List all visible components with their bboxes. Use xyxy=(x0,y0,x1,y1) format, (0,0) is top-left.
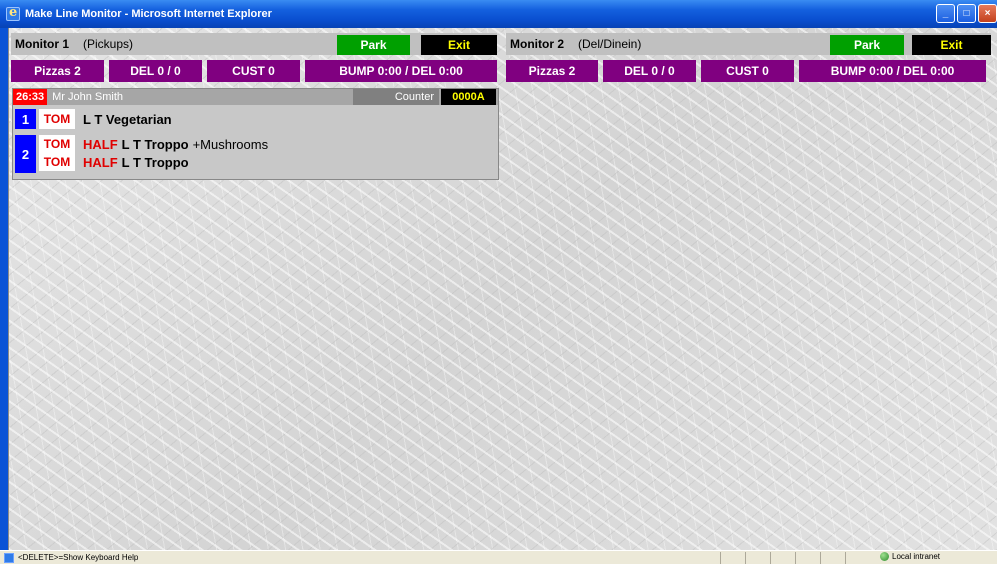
item-line: TOM L T Vegetarian xyxy=(39,109,172,129)
topping-tag: TOM xyxy=(39,153,75,171)
monitor-1-pizzas-count: Pizzas 2 xyxy=(11,60,104,82)
item-line: TOM HALF L T Troppo +Mushrooms xyxy=(39,135,268,153)
pizza-name: L T Troppo xyxy=(121,154,189,170)
monitor-2-bump-time: BUMP 0:00 / DEL 0:00 xyxy=(799,60,986,82)
page-icon xyxy=(4,552,14,563)
title-bar[interactable]: Make Line Monitor - Microsoft Internet E… xyxy=(0,0,997,28)
zone-label: Local intranet xyxy=(892,552,941,561)
monitor-2-stats: Pizzas 2 DEL 0 / 0 CUST 0 BUMP 0:00 / DE… xyxy=(506,60,986,82)
monitor-2-park-button[interactable]: Park xyxy=(830,35,904,55)
status-divider xyxy=(720,552,721,564)
status-divider xyxy=(745,552,746,564)
monitor-1-bump-time: BUMP 0:00 / DEL 0:00 xyxy=(305,60,497,82)
customer-name: Mr John Smith xyxy=(52,91,124,103)
item-description: L T Vegetarian xyxy=(83,111,172,127)
monitor-1-cust-count: CUST 0 xyxy=(207,60,300,82)
monitor-1-stats: Pizzas 2 DEL 0 / 0 CUST 0 BUMP 0:00 / DE… xyxy=(11,60,502,82)
order-source: Counter xyxy=(353,89,439,105)
item-number: 1 xyxy=(15,109,36,129)
monitor-2-name: Monitor 2 xyxy=(510,37,564,51)
monitor-1-name: Monitor 1 xyxy=(15,37,69,51)
monitor-2-exit-button[interactable]: Exit xyxy=(912,35,991,55)
minimize-button[interactable]: _ xyxy=(936,4,955,23)
item-extra: +Mushrooms xyxy=(192,136,269,152)
item-description: HALF L T Troppo +Mushrooms xyxy=(83,137,268,152)
globe-icon xyxy=(880,552,889,561)
browser-window: Make Line Monitor - Microsoft Internet E… xyxy=(0,0,997,564)
status-divider xyxy=(845,552,846,564)
monitor-2-type: (Del/Dinein) xyxy=(578,37,642,51)
security-zone: Local intranet xyxy=(880,552,940,561)
item-description: HALF L T Troppo xyxy=(83,155,189,170)
monitor-1-exit-button[interactable]: Exit xyxy=(421,35,497,55)
order-code: 0000A xyxy=(441,89,496,105)
order-timer: 26:33 xyxy=(13,89,48,105)
order-card[interactable]: 26:33 Mr John Smith Counter 0000A 1 TOM … xyxy=(12,88,499,180)
status-hint: <DELETE>=Show Keyboard Help xyxy=(18,553,139,562)
monitor-2-cust-count: CUST 0 xyxy=(701,60,794,82)
window-title: Make Line Monitor - Microsoft Internet E… xyxy=(25,8,272,20)
monitor-2-header: Monitor 2 (Del/Dinein) Park Exit xyxy=(506,33,991,55)
topping-tag: TOM xyxy=(39,109,75,129)
status-bar: <DELETE>=Show Keyboard Help Local intran… xyxy=(0,550,997,564)
item-number: 2 xyxy=(15,135,36,173)
monitor-2-del-count: DEL 0 / 0 xyxy=(603,60,696,82)
internet-explorer-icon xyxy=(6,5,20,21)
order-item[interactable]: 1 TOM L T Vegetarian xyxy=(15,109,172,129)
pizza-name: L T Troppo xyxy=(121,136,189,152)
half-label: HALF xyxy=(83,136,118,152)
order-item[interactable]: 2 TOM HALF L T Troppo +Mushrooms TOM HALF L… xyxy=(15,135,268,173)
window-controls: _ □ × xyxy=(936,4,997,23)
item-line: TOM HALF L T Troppo xyxy=(39,153,268,171)
monitor-2-pizzas-count: Pizzas 2 xyxy=(506,60,598,82)
make-line-monitor-page: Monitor 1 (Pickups) Park Exit Monitor 2 … xyxy=(8,28,997,550)
monitor-1-header: Monitor 1 (Pickups) Park Exit xyxy=(11,33,497,55)
status-divider xyxy=(770,552,771,564)
monitor-1-del-count: DEL 0 / 0 xyxy=(109,60,202,82)
topping-tag: TOM xyxy=(39,135,75,153)
order-header: 26:33 Mr John Smith Counter 0000A xyxy=(13,89,498,105)
status-divider xyxy=(820,552,821,564)
maximize-button[interactable]: □ xyxy=(957,4,976,23)
monitor-1-park-button[interactable]: Park xyxy=(337,35,410,55)
close-button[interactable]: × xyxy=(978,4,997,23)
half-label: HALF xyxy=(83,154,118,170)
monitor-1-type: (Pickups) xyxy=(83,37,134,51)
status-divider xyxy=(795,552,796,564)
